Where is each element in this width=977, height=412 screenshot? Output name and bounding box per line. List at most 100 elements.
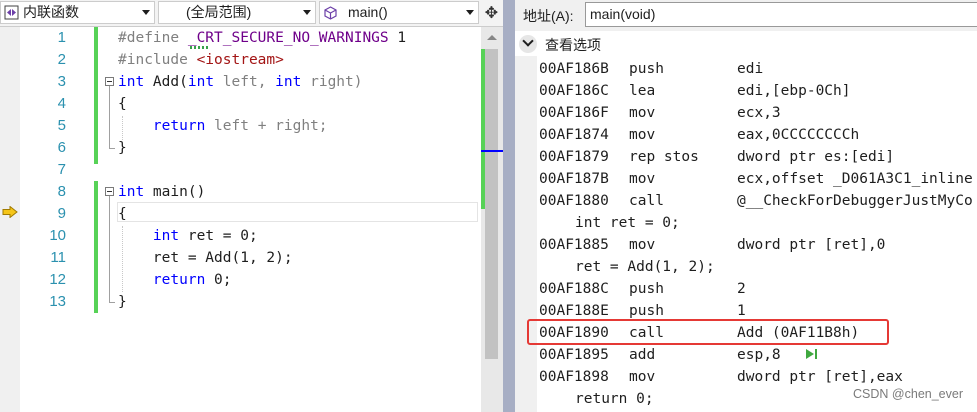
code-line[interactable]: 6} [0, 137, 480, 159]
instruction-operands: dword ptr [ret],eax [737, 369, 903, 385]
code-token: } [118, 294, 127, 310]
line-number: 4 [57, 95, 66, 112]
view-options-toggle[interactable]: 查看选项 [515, 33, 977, 55]
change-indicator-bar [94, 27, 98, 164]
code-token: { [118, 96, 127, 112]
instruction-mnemonic: lea [629, 83, 656, 99]
line-number: 5 [57, 117, 66, 134]
code-token: left + right; [205, 118, 328, 134]
instruction-address: 00AF1895 [539, 347, 609, 363]
editor-vertical-scrollbar[interactable] [481, 27, 503, 412]
code-line[interactable]: 2 #include <iostream> [0, 49, 480, 71]
disassembly-margin[interactable] [515, 56, 537, 412]
code-token: #define [118, 30, 188, 46]
instruction-address: 00AF1880 [539, 193, 609, 209]
address-bar: 地址(A): main(void) [515, 0, 977, 31]
code-line[interactable]: 5 return left + right; [0, 115, 480, 137]
code-token: } [118, 140, 127, 156]
disassembly-row[interactable]: 00AF1880 call @__CheckForDebuggerJustMyCo [539, 190, 977, 212]
instruction-address: 00AF186C [539, 83, 609, 99]
disassembly-row[interactable]: 00AF1898 mov dword ptr [ret],eax [539, 366, 977, 388]
outline-end [109, 148, 115, 149]
code-line[interactable]: 1 #define _CRT_SECURE_NO_WARNINGS 1 [0, 27, 480, 49]
instruction-mnemonic: mov [629, 105, 656, 121]
line-number: 1 [57, 29, 66, 46]
code-text: int ret = 0; [118, 225, 258, 247]
instruction-operands: ecx,3 [737, 105, 781, 121]
line-number: 11 [50, 249, 66, 266]
split-view-icon[interactable]: ✥ [481, 1, 502, 24]
code-text: #define _CRT_SECURE_NO_WARNINGS 1 [118, 27, 406, 49]
code-line[interactable]: 8 int main() [0, 181, 480, 203]
indent-guide [122, 116, 123, 140]
disassembly-row[interactable]: 00AF1885 mov dword ptr [ret],0 [539, 234, 977, 256]
disassembly-row[interactable]: 00AF186F mov ecx,3 [539, 102, 977, 124]
code-token: left, [214, 74, 276, 90]
code-token: int [118, 184, 145, 200]
code-line[interactable]: 4{ [0, 93, 480, 115]
line-number: 9 [57, 205, 66, 222]
disassembly-row[interactable]: 00AF186C lea edi,[ebp-0Ch] [539, 80, 977, 102]
code-token: <iostream> [196, 52, 284, 68]
scope-dropdown[interactable]: 内联函数 [0, 1, 155, 24]
member-dropdown[interactable]: main() [319, 1, 479, 24]
pane-splitter[interactable] [503, 0, 515, 412]
address-input[interactable]: main(void) [585, 2, 977, 27]
disassembly-row[interactable]: 00AF188C push 2 [539, 278, 977, 300]
watermark: CSDN @chen_ever [853, 387, 963, 401]
code-text: } [118, 291, 127, 313]
disassembly-row[interactable]: 00AF1874 mov eax,0CCCCCCCCh [539, 124, 977, 146]
instruction-operands: @__CheckForDebuggerJustMyCo [737, 193, 973, 209]
scroll-up-icon[interactable] [487, 35, 497, 40]
code-line[interactable]: 10 int ret = 0; [0, 225, 480, 247]
address-label: 地址(A): [523, 8, 574, 24]
code-token: _CRT_SECURE_NO_WARNINGS [187, 30, 389, 46]
outline-end [109, 302, 115, 303]
disassembly-row[interactable]: 00AF186B push edi [539, 58, 977, 80]
line-number: 2 [57, 51, 66, 68]
disassembly-row[interactable]: 00AF1879 rep stos dword ptr es:[edi] [539, 146, 977, 168]
code-token: 1 [388, 30, 407, 46]
run-to-cursor-bar [815, 349, 817, 359]
code-line[interactable]: 13} [0, 291, 480, 313]
collapse-icon[interactable] [105, 77, 114, 86]
range-dropdown-value: (全局范围) [186, 4, 252, 20]
line-number: 10 [49, 227, 66, 244]
code-line[interactable]: 11 ret = Add(1, 2); [0, 247, 480, 269]
code-token: right) [301, 74, 363, 90]
code-line[interactable]: 12 return 0; [0, 269, 480, 291]
instruction-mnemonic: mov [629, 127, 656, 143]
instruction-operands: dword ptr [ret],0 [737, 237, 886, 253]
disassembly-row[interactable]: 00AF1895 add esp,8 [539, 344, 977, 366]
source-annotation-row[interactable]: int ret = 0; [539, 212, 977, 234]
instruction-operands: 2 [737, 281, 746, 297]
instruction-address: 00AF186B [539, 61, 609, 77]
scrollbar-thumb[interactable] [485, 49, 498, 359]
collapse-icon[interactable] [105, 187, 114, 196]
navigation-bar: 内联函数 (全局范围) main() ✥ [0, 0, 503, 27]
source-annotation-row[interactable]: ret = Add(1, 2); [539, 256, 977, 278]
instruction-mnemonic: push [629, 61, 664, 77]
code-text: return left + right; [118, 115, 328, 137]
code-line[interactable]: 3 int Add(int left, int right) [0, 71, 480, 93]
instruction-address: 00AF188C [539, 281, 609, 297]
disassembly-row[interactable]: 00AF187B mov ecx,offset _D061A3C1_inline [539, 168, 977, 190]
code-token: return [152, 118, 206, 134]
code-line[interactable]: 9{ [0, 203, 480, 225]
line-number: 6 [57, 139, 66, 156]
line-number: 8 [57, 183, 66, 200]
code-line[interactable]: 7 [0, 159, 480, 181]
code-text: return 0; [118, 269, 232, 291]
outline-line [109, 86, 110, 148]
range-dropdown[interactable]: (全局范围) [158, 1, 316, 24]
code-token: int [118, 74, 145, 90]
source-line-text: ret = Add(1, 2); [575, 259, 715, 275]
method-cube-icon [324, 6, 337, 20]
code-token: int [152, 228, 180, 244]
highlight-box [527, 319, 889, 345]
code-text: ret = Add(1, 2); [118, 247, 293, 269]
run-to-cursor-icon[interactable] [806, 349, 814, 359]
